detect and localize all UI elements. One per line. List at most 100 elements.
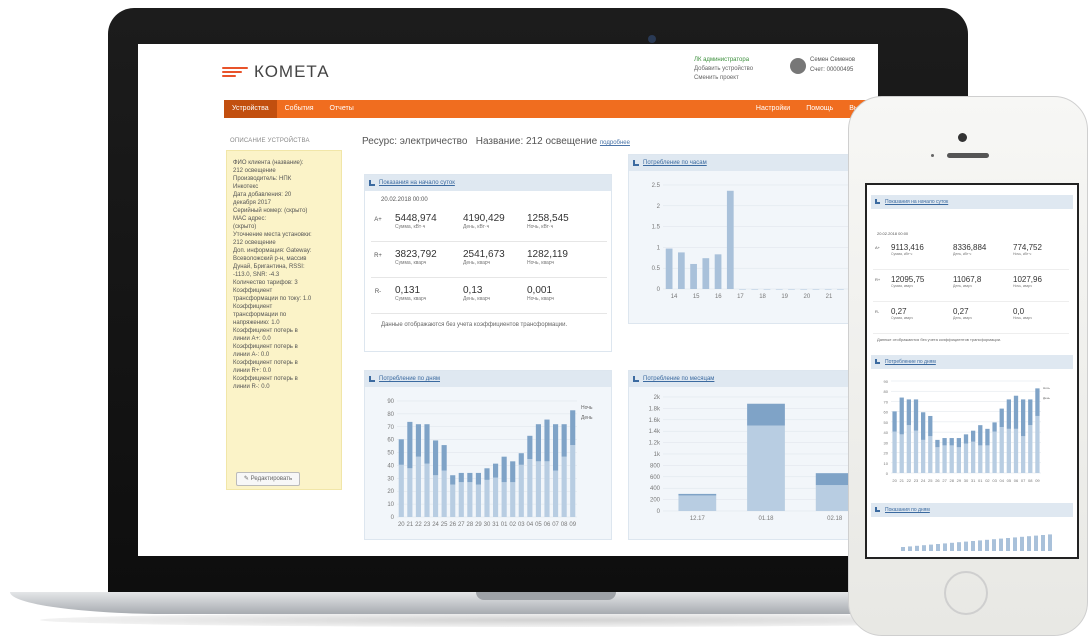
x-tick-label: 08 [561,522,568,528]
phone-reading-value: 9113,416 [891,243,924,252]
daily-chart-header[interactable]: Потребление по дням [365,371,611,387]
phone-readings-note: Данные отображаются без учета коэффициен… [877,337,1002,342]
phone-readings-title[interactable]: Показания на начало суток [885,199,948,205]
reading-label: R+ [374,253,382,259]
phone-third-title[interactable]: Показания по дням [885,507,930,513]
admin-link[interactable]: ЛК администратора [694,56,753,65]
header-links: ЛК администратора Добавить устройство См… [694,56,753,83]
home-button[interactable] [944,571,988,615]
readings-title[interactable]: Показания на начало суток [379,180,455,186]
hourly-chart-title[interactable]: Потребление по часам [643,160,707,166]
readings-panel-header[interactable]: Показания на начало суток [365,175,611,191]
daily-chart-panel: Потребление по дням 0 10 20 30 40 50 60 70 80 90 2… [364,370,612,540]
monthly-chart-title[interactable]: Потребление по месяцам [643,376,714,382]
chart-bar [921,412,926,440]
x-tick-label: 31 [971,478,976,483]
phone-third-header[interactable]: Показания по дням [871,503,1073,517]
chart-bar [928,415,933,437]
phone-reading-cell: 774,752 Ночь, кВт·ч [1013,243,1042,256]
y-tick-label: 200 [650,498,661,504]
phone-readings-header[interactable]: Показания на начало суток [871,195,1073,209]
reading-unit: Сумма, кварч [395,260,427,266]
phone-reading-value: 0,27 [891,307,907,316]
phone-reading-unit: Ночь, кВт·ч [1013,252,1032,256]
chart-bar [892,431,897,473]
x-tick-label: 31 [492,522,499,528]
y-tick-label: 2.5 [652,183,661,189]
device-description-line: Коэффициент потерь в [233,360,298,366]
x-tick-label: 02.18 [827,516,843,522]
device-description-line: декабря 2017 [233,200,271,206]
chart-bar [467,482,473,517]
reading-value: 4190,429 [463,213,505,224]
reading-unit: Ночь, кварч [527,296,555,302]
x-tick-label: 25 [928,478,933,483]
reading-value: 1282,119 [527,249,568,260]
chart-bar [458,472,464,483]
logo-text: КОМЕТА [254,62,330,81]
chart-bar [899,434,904,473]
chart-bar [892,411,897,432]
chart-bar [992,431,997,473]
change-project-link[interactable]: Сменить проект [694,74,753,83]
chart-bar [501,456,507,483]
chart-bar [775,289,783,290]
chart-bar [1021,436,1026,473]
chart-bar [1006,399,1011,429]
phone-reading-unit: День, кВт·ч [953,252,972,256]
chart-bar [913,399,919,431]
x-tick-label: 20 [892,478,897,483]
y-tick-label: 1k [654,452,661,458]
x-tick-label: 23 [424,522,431,528]
add-device-link[interactable]: Добавить устройство [694,65,753,74]
hourly-chart-header[interactable]: Потребление по часам [629,155,877,171]
phone-reading-value: 0,0 [1013,307,1025,316]
phone-reading-value: 11067,8 [953,275,982,284]
chart-bar [913,430,919,473]
nav-devices[interactable]: Устройства [224,100,277,118]
phone-daily-title[interactable]: Потребление по дням [885,359,936,365]
chart-bar [544,461,550,517]
x-tick-label: 26 [449,522,456,528]
user-info: Семен Семенов Счет: 00000495 [810,55,855,75]
y-tick-label: 80 [884,389,889,394]
nav-help[interactable]: Помощь [798,100,841,118]
reading-value: 0,13 [463,285,483,296]
avatar[interactable] [790,58,806,74]
x-tick-label: 05 [535,522,542,528]
reading-value: 3823,792 [395,249,437,260]
logo[interactable]: КОМЕТА [222,62,330,82]
chart-bar [726,190,734,289]
daily-chart-title[interactable]: Потребление по дням [379,376,440,382]
device-description-line: 212 освещение [233,168,276,174]
chart-bar [747,403,785,426]
reading-unit: Ночь, кварч [527,260,555,266]
phone-reading-unit: Ночь, кварч [1013,284,1032,288]
hourly-chart-panel: Потребление по часам 0 0.5 1 1.5 2 2.5 14 15 16 1… [628,154,878,324]
monthly-chart-header[interactable]: Потребление по месяцам [629,371,877,387]
chart-bar [935,447,940,473]
chart-bar [424,463,430,517]
nav-events[interactable]: События [277,100,322,118]
chart-bar [553,470,559,517]
chart-bar [963,434,969,444]
phone-daily-header[interactable]: Потребление по дням [871,355,1073,369]
resource-label: Ресурс: электричество [362,136,468,147]
device-description-line: Коэффициент потерь в [233,328,298,334]
x-tick-label: 21 [899,478,904,483]
edit-button-label: Редактировать [250,476,293,482]
details-link[interactable]: подробнее [600,140,630,146]
chart-bar [678,495,717,511]
phone-reading-cell: 0,27 День, кварч [953,307,972,320]
edit-button[interactable]: ✎ Редактировать [236,472,300,486]
nav-settings[interactable]: Настройки [748,100,798,118]
chart-bar [942,445,947,473]
chart-bar [398,439,404,465]
chart-bar [929,544,933,551]
y-tick-label: 0 [886,471,889,476]
reading-unit: Сумма, кВт·ч [395,224,426,230]
user-name[interactable]: Семен Семенов [810,55,855,65]
chart-bar [915,545,919,551]
chart-bar [535,424,541,462]
nav-reports[interactable]: Отчеты [322,100,362,118]
